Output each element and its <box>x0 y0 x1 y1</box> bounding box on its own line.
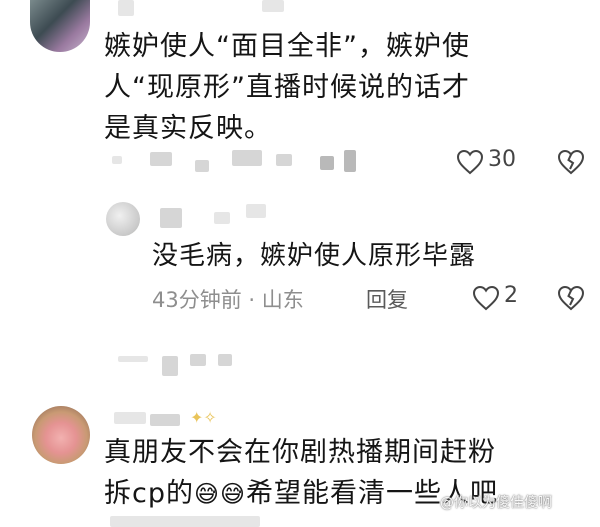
heart-icon <box>472 285 500 311</box>
dislike-button[interactable] <box>557 149 585 177</box>
reply-meta: 43分钟前 · 山东 <box>152 284 304 314</box>
avatar[interactable] <box>106 202 140 236</box>
comment-segment: 拆cp的 <box>104 478 194 509</box>
expand-replies-obscured <box>218 354 232 366</box>
comment-text: 嫉妒使人“面目全非”，嫉妒使 人“现原形”直播时候说的话才 是真实反映。 <box>104 26 594 149</box>
meta-obscured <box>112 156 122 164</box>
username-obscured <box>214 212 230 224</box>
meta-dot: · <box>248 288 262 312</box>
avatar[interactable] <box>32 406 90 464</box>
expand-replies-obscured <box>118 356 148 362</box>
watermark: @你以为傻佳傻啊 <box>440 495 552 511</box>
next-line-obscured <box>110 516 260 527</box>
reply-text: 没毛病，嫉妒使人原形毕露 <box>152 241 477 271</box>
comment-line: 嫉妒使人“面目全非”，嫉妒使 <box>104 31 470 62</box>
meta-obscured <box>150 152 172 166</box>
sparkle-badge: ✦✧ <box>190 408 217 427</box>
like-button[interactable]: 30 <box>456 147 526 177</box>
broken-heart-icon <box>557 149 585 175</box>
expand-replies-obscured <box>190 354 206 366</box>
sweat-smile-emoji: 😅😅 <box>193 480 247 508</box>
username-obscured <box>160 208 182 228</box>
comment-line: 是真实反映。 <box>104 113 272 144</box>
meta-obscured <box>344 150 356 172</box>
reply-button[interactable]: 回复 <box>366 284 408 314</box>
meta-obscured <box>232 150 262 166</box>
username-obscured <box>118 0 134 16</box>
username-obscured <box>150 414 180 426</box>
like-count: 2 <box>504 283 518 308</box>
avatar[interactable] <box>30 0 90 52</box>
reply-time: 43分钟前 <box>152 288 242 312</box>
expand-replies-obscured <box>162 356 178 376</box>
comment-line: 真朋友不会在你剧热播期间赶粉 <box>104 437 496 468</box>
username-obscured <box>246 204 266 218</box>
meta-obscured <box>320 156 334 170</box>
reply-location: 山东 <box>261 288 304 312</box>
username-obscured <box>262 0 284 12</box>
username-obscured <box>114 412 146 424</box>
like-count: 30 <box>488 147 516 172</box>
meta-obscured <box>276 154 292 166</box>
heart-icon <box>456 149 484 175</box>
meta-obscured <box>195 160 209 172</box>
like-button[interactable]: 2 <box>472 283 522 313</box>
comment-line: 人“现原形”直播时候说的话才 <box>104 72 470 103</box>
broken-heart-icon <box>557 285 585 311</box>
dislike-button[interactable] <box>557 285 585 313</box>
